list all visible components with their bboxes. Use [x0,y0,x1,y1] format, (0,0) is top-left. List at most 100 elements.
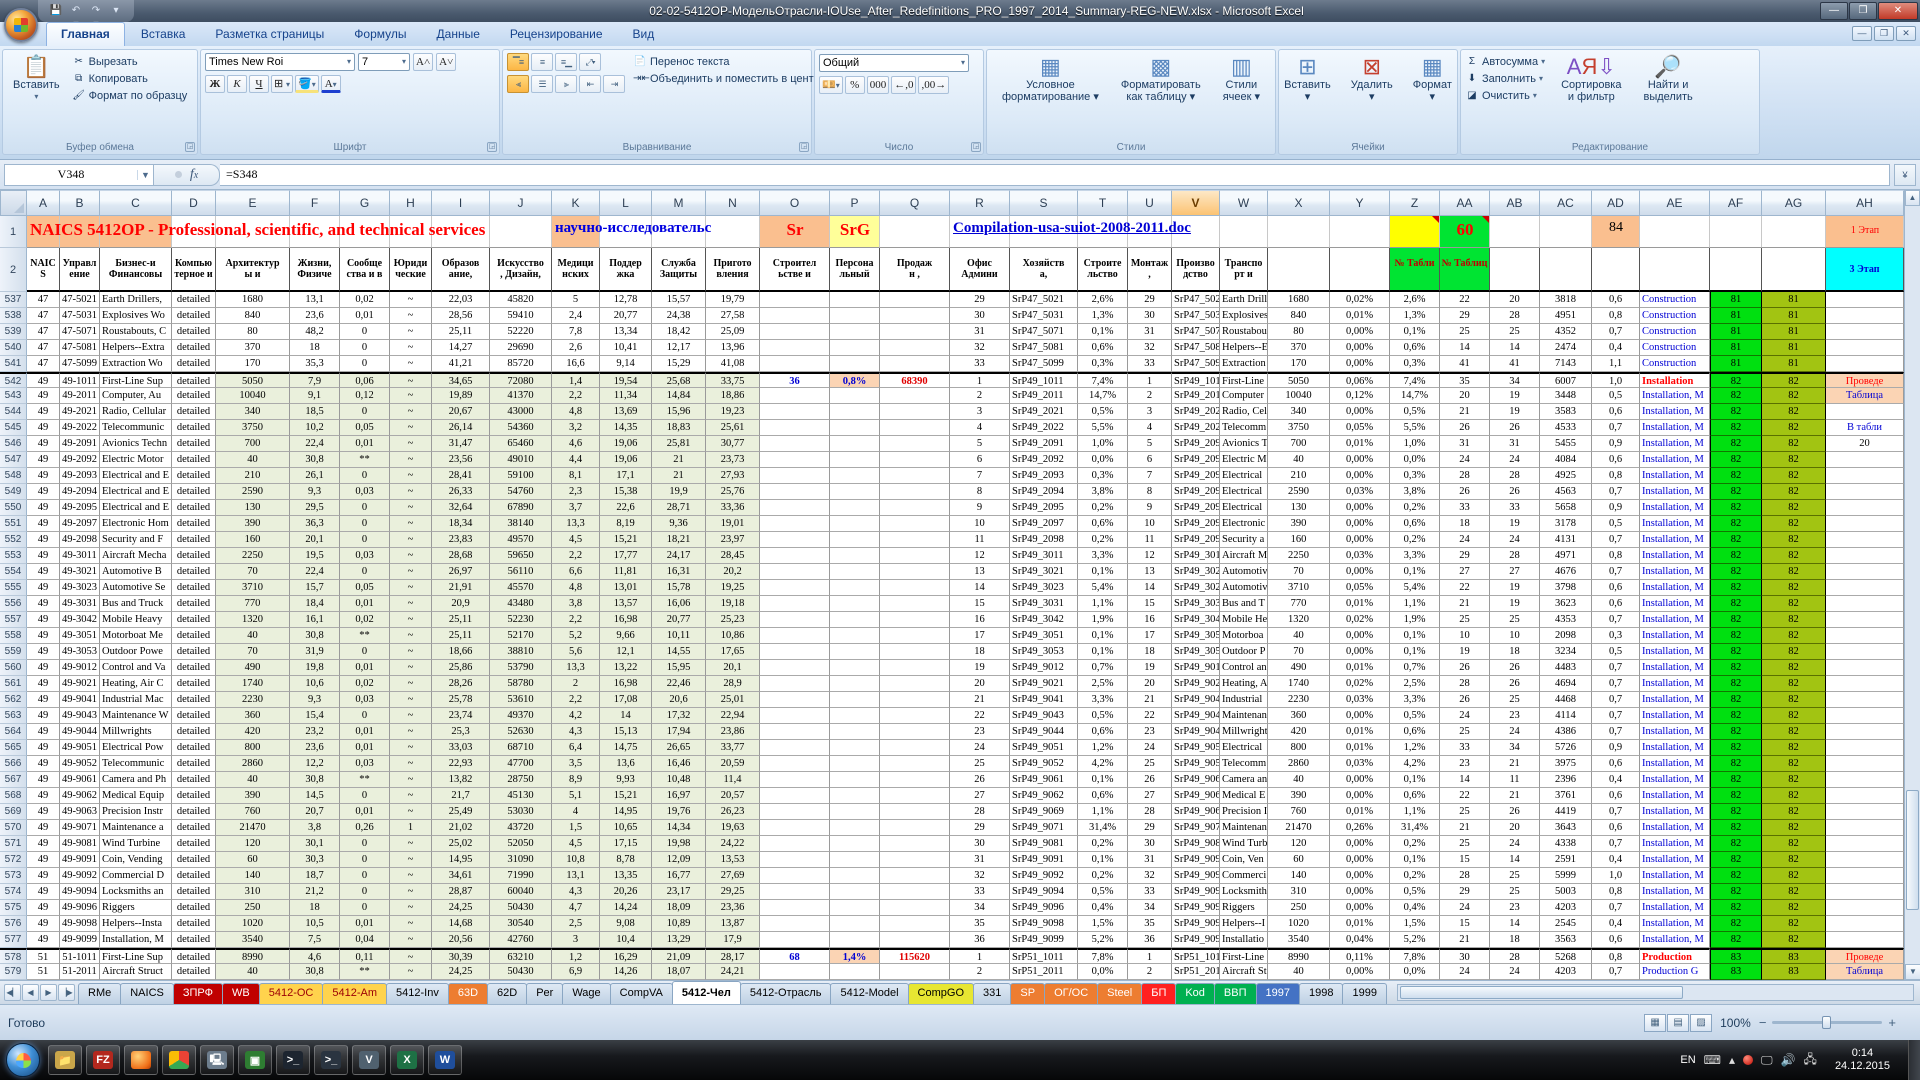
cell-C547[interactable]: Electric Motor [100,452,172,468]
cell-M552[interactable]: 18,21 [652,532,706,548]
cell-AC553[interactable]: 4971 [1540,548,1592,564]
cell-N537[interactable]: 19,79 [706,292,760,308]
cell-R560[interactable]: 19 [950,660,1010,676]
cell-AD569[interactable]: 0,7 [1592,804,1640,820]
cell-O538[interactable] [760,308,830,324]
cell-L545[interactable]: 14,35 [600,420,652,436]
cell-W547[interactable]: Electric M [1220,452,1268,468]
cell-S574[interactable]: SrP49_9094 [1010,884,1078,900]
cell-B568[interactable]: 49-9062 [60,788,100,804]
cell-M555[interactable]: 15,78 [652,580,706,596]
cell-AB545[interactable]: 26 [1490,420,1540,436]
cell-Q538[interactable] [880,308,950,324]
cell-F538[interactable]: 23,6 [290,308,340,324]
sheet-tab-Per[interactable]: Per [526,983,563,1004]
cell-B543[interactable]: 49-2011 [60,388,100,404]
cell-U556[interactable]: 15 [1128,596,1172,612]
cell-AB574[interactable]: 25 [1490,884,1540,900]
cell-A573[interactable]: 49 [27,868,60,884]
cell-K538[interactable]: 2,4 [552,308,600,324]
number-dialog-launcher[interactable]: ◲ [971,142,981,152]
cell-L574[interactable]: 20,26 [600,884,652,900]
vnc-icon[interactable]: V [352,1045,386,1075]
cell-W538[interactable]: Explosives [1220,308,1268,324]
cell-P557[interactable] [830,612,880,628]
cell-V540[interactable]: SrP47_5081 [1172,340,1220,356]
cell-A544[interactable]: 49 [27,404,60,420]
cell-N543[interactable]: 18,86 [706,388,760,404]
cell-AD563[interactable]: 0,7 [1592,708,1640,724]
cell-F553[interactable]: 19,5 [290,548,340,564]
cell-K553[interactable]: 2,2 [552,548,600,564]
cell-F545[interactable]: 10,2 [290,420,340,436]
cell-K563[interactable]: 4,2 [552,708,600,724]
cell-K571[interactable]: 4,5 [552,836,600,852]
cell-F540[interactable]: 18 [290,340,340,356]
cell-Y551[interactable]: 0,00% [1330,516,1390,532]
cell-D579[interactable]: detailed [172,964,216,980]
cell-F576[interactable]: 10,5 [290,916,340,932]
cell-AH542[interactable]: Проведе [1826,372,1904,388]
cell-J578[interactable]: 63210 [490,948,552,964]
cell-K572[interactable]: 10,8 [552,852,600,868]
cell-S571[interactable]: SrP49_9081 [1010,836,1078,852]
cell-E550[interactable]: 130 [216,500,290,516]
cell-U537[interactable]: 29 [1128,292,1172,308]
cell-L562[interactable]: 17,08 [600,692,652,708]
underline-button[interactable]: Ч [249,75,269,93]
cell-M577[interactable]: 13,29 [652,932,706,948]
cell-Y552[interactable]: 0,00% [1330,532,1390,548]
cell-W567[interactable]: Camera an [1220,772,1268,788]
cell-B574[interactable]: 49-9094 [60,884,100,900]
sheet-tab-WB[interactable]: WB [222,983,260,1004]
column-header-AE[interactable]: AE [1640,190,1710,216]
cell-V558[interactable]: SrP49_3051 [1172,628,1220,644]
cell-AC559[interactable]: 3234 [1540,644,1592,660]
cell-J568[interactable]: 45130 [490,788,552,804]
sheet-tab-БП[interactable]: БП [1141,983,1176,1004]
cell-AG557[interactable]: 82 [1762,612,1826,628]
cell-Z558[interactable]: 0,1% [1390,628,1440,644]
row-header-577[interactable]: 577 [0,932,27,948]
cell-M548[interactable]: 21 [652,468,706,484]
cell-AC538[interactable]: 4951 [1540,308,1592,324]
cell-F543[interactable]: 9,1 [290,388,340,404]
excel-icon[interactable]: X [390,1045,424,1075]
cell-F574[interactable]: 21,2 [290,884,340,900]
cell-D545[interactable]: detailed [172,420,216,436]
cell-I554[interactable]: 26,97 [432,564,490,580]
cell-AD545[interactable]: 0,7 [1592,420,1640,436]
cell-X561[interactable]: 1740 [1268,676,1330,692]
cell-Q567[interactable] [880,772,950,788]
cell-Z579[interactable]: 0,0% [1390,964,1440,980]
cell-Y575[interactable]: 0,00% [1330,900,1390,916]
sheet-tab-Kod[interactable]: Kod [1175,983,1215,1004]
row2-header-Q[interactable]: Продаж н , [880,248,950,292]
cell-X553[interactable]: 2250 [1268,548,1330,564]
cell-J555[interactable]: 45570 [490,580,552,596]
cell-G561[interactable]: 0,02 [340,676,390,692]
cell-R557[interactable]: 16 [950,612,1010,628]
cell-Q570[interactable] [880,820,950,836]
cell-AB554[interactable]: 27 [1490,564,1540,580]
cell-A551[interactable]: 49 [27,516,60,532]
copy-button[interactable]: ⧉Копировать [72,72,188,86]
cell-K557[interactable]: 2,2 [552,612,600,628]
cell-O548[interactable] [760,468,830,484]
column-header-M[interactable]: M [652,190,706,216]
cell-X555[interactable]: 3710 [1268,580,1330,596]
cell-A554[interactable]: 49 [27,564,60,580]
cell-J557[interactable]: 52230 [490,612,552,628]
cell-X568[interactable]: 390 [1268,788,1330,804]
ribbon-tab-Вставка[interactable]: Вставка [127,23,200,46]
cell-AB564[interactable]: 24 [1490,724,1540,740]
zoom-out-icon[interactable]: − [1759,1015,1767,1030]
column-header-X[interactable]: X [1268,190,1330,216]
cell-O571[interactable] [760,836,830,852]
cell-H571[interactable]: ~ [390,836,432,852]
cell-G557[interactable]: 0,02 [340,612,390,628]
cell-I571[interactable]: 25,02 [432,836,490,852]
cell-Y556[interactable]: 0,01% [1330,596,1390,612]
terminal-2-icon[interactable]: >_ [314,1045,348,1075]
align-right-icon[interactable]: ⫸ [555,75,577,93]
